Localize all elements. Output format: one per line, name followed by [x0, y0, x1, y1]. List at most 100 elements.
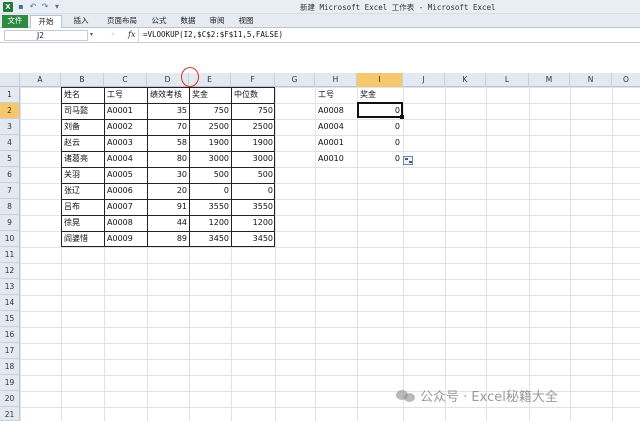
excel-app-icon[interactable]: X — [3, 2, 13, 12]
lookup-cell-bonus[interactable]: 0 — [358, 135, 402, 151]
column-header-i[interactable]: I — [357, 73, 403, 87]
row-header-7[interactable]: 7 — [0, 183, 20, 199]
lookup-cell-id[interactable]: A0008 — [316, 103, 357, 119]
header-cell-median[interactable]: 中位数 — [232, 87, 275, 103]
name-box[interactable]: J2 — [4, 30, 88, 41]
table-cell[interactable]: 1900 — [232, 135, 275, 151]
name-box-dropdown-icon[interactable]: ▾ — [90, 31, 93, 38]
table-cell[interactable]: 500 — [190, 167, 231, 183]
table-cell[interactable]: 58 — [148, 135, 189, 151]
row-header-5[interactable]: 5 — [0, 151, 20, 167]
table-cell[interactable]: 诸葛亮 — [62, 151, 104, 167]
lookup-header-id[interactable]: 工号 — [316, 87, 357, 103]
table-cell[interactable]: 阎婆惜 — [62, 231, 104, 247]
table-cell[interactable]: 91 — [148, 199, 189, 215]
column-header-l[interactable]: L — [486, 73, 529, 87]
table-cell[interactable]: 35 — [148, 103, 189, 119]
column-header-g[interactable]: G — [275, 73, 315, 87]
table-cell[interactable]: A0004 — [105, 151, 147, 167]
table-cell[interactable]: 3000 — [232, 151, 275, 167]
tab-home[interactable]: 开始 — [30, 15, 62, 28]
row-header-13[interactable]: 13 — [0, 279, 20, 295]
table-cell[interactable]: 刘备 — [62, 119, 104, 135]
table-cell[interactable]: 20 — [148, 183, 189, 199]
column-header-n[interactable]: N — [570, 73, 612, 87]
table-cell[interactable]: A0001 — [105, 103, 147, 119]
column-header-m[interactable]: M — [529, 73, 570, 87]
table-cell[interactable]: 750 — [190, 103, 231, 119]
row-header-17[interactable]: 17 — [0, 343, 20, 359]
tab-page-layout[interactable]: 页面布局 — [100, 15, 144, 28]
table-cell[interactable]: 0 — [190, 183, 231, 199]
lookup-cell-bonus[interactable]: 0 — [358, 119, 402, 135]
table-cell[interactable]: A0006 — [105, 183, 147, 199]
formula-input[interactable]: =VLOOKUP(I2,$C$2:$F$11,5,FALSE) — [143, 30, 283, 39]
tab-view[interactable]: 视图 — [234, 15, 258, 28]
column-header-f[interactable]: F — [231, 73, 275, 87]
table-cell[interactable]: 徐晃 — [62, 215, 104, 231]
row-header-4[interactable]: 4 — [0, 135, 20, 151]
table-cell[interactable]: A0007 — [105, 199, 147, 215]
row-header-18[interactable]: 18 — [0, 359, 20, 375]
column-header-o[interactable]: O — [612, 73, 640, 87]
row-header-16[interactable]: 16 — [0, 327, 20, 343]
tab-review[interactable]: 审阅 — [205, 15, 229, 28]
quick-access-dropdown-icon[interactable]: ▾ — [52, 2, 62, 12]
row-header-12[interactable]: 12 — [0, 263, 20, 279]
row-header-9[interactable]: 9 — [0, 215, 20, 231]
table-cell[interactable]: 张辽 — [62, 183, 104, 199]
table-cell[interactable]: 3000 — [190, 151, 231, 167]
table-cell[interactable]: 3450 — [190, 231, 231, 247]
lookup-cell-bonus[interactable]: 0 — [358, 151, 402, 167]
tab-formulas[interactable]: 公式 — [147, 15, 171, 28]
undo-icon[interactable]: ↶ — [28, 2, 38, 12]
table-cell[interactable]: A0003 — [105, 135, 147, 151]
table-cell[interactable]: 70 — [148, 119, 189, 135]
table-cell[interactable]: 1200 — [190, 215, 231, 231]
row-header-10[interactable]: 10 — [0, 231, 20, 247]
table-cell[interactable]: 司马懿 — [62, 103, 104, 119]
table-cell[interactable]: 吕布 — [62, 199, 104, 215]
row-header-3[interactable]: 3 — [0, 119, 20, 135]
row-header-8[interactable]: 8 — [0, 199, 20, 215]
table-cell[interactable]: 赵云 — [62, 135, 104, 151]
lookup-cell-id[interactable]: A0010 — [316, 151, 357, 167]
lookup-header-bonus[interactable]: 奖金 — [358, 87, 402, 103]
lookup-cell-id[interactable]: A0001 — [316, 135, 357, 151]
column-header-j[interactable]: J — [403, 73, 445, 87]
row-header-19[interactable]: 19 — [0, 375, 20, 391]
table-cell[interactable]: A0005 — [105, 167, 147, 183]
table-cell[interactable]: 89 — [148, 231, 189, 247]
table-cell[interactable]: A0008 — [105, 215, 147, 231]
active-cell-selection[interactable] — [357, 102, 403, 118]
redo-icon[interactable]: ↷ — [40, 2, 50, 12]
table-cell[interactable]: A0002 — [105, 119, 147, 135]
table-cell[interactable]: 500 — [232, 167, 275, 183]
table-cell[interactable]: 3550 — [232, 199, 275, 215]
row-header-15[interactable]: 15 — [0, 311, 20, 327]
table-cell[interactable]: 3450 — [232, 231, 275, 247]
column-header-c[interactable]: C — [104, 73, 147, 87]
header-cell-bonus[interactable]: 奖金 — [190, 87, 231, 103]
save-icon[interactable]: ▪ — [16, 2, 26, 12]
row-header-20[interactable]: 20 — [0, 391, 20, 407]
fill-handle[interactable] — [400, 115, 404, 119]
select-all-corner[interactable] — [0, 73, 20, 87]
row-header-6[interactable]: 6 — [0, 167, 20, 183]
row-header-11[interactable]: 11 — [0, 247, 20, 263]
column-header-a[interactable]: A — [20, 73, 61, 87]
row-header-14[interactable]: 14 — [0, 295, 20, 311]
table-cell[interactable]: 3550 — [190, 199, 231, 215]
table-cell[interactable]: 30 — [148, 167, 189, 183]
table-cell[interactable]: 0 — [232, 183, 275, 199]
table-cell[interactable]: A0009 — [105, 231, 147, 247]
insert-function-icon[interactable]: fx — [128, 30, 135, 39]
column-header-b[interactable]: B — [61, 73, 104, 87]
row-header-21[interactable]: 21 — [0, 407, 20, 421]
formula-bar-resize-icon[interactable]: ◦ — [108, 30, 118, 40]
table-cell[interactable]: 关羽 — [62, 167, 104, 183]
column-header-k[interactable]: K — [445, 73, 486, 87]
table-cell[interactable]: 750 — [232, 103, 275, 119]
tab-file[interactable]: 文件 — [2, 15, 28, 28]
table-cell[interactable]: 1200 — [232, 215, 275, 231]
